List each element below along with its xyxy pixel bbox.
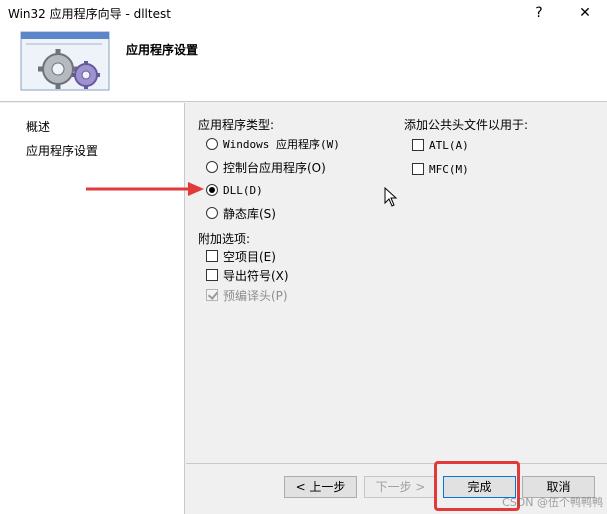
radio-label: 控制台应用程序(O) [223,160,326,175]
checkbox-label: 空项目(E) [223,249,276,264]
next-button: 下一步 > [364,476,437,498]
checkbox-label: 预编译头(P) [223,288,288,303]
radio-indicator[interactable] [206,138,218,150]
page-title: 应用程序设置 [126,43,199,57]
checkbox-indicator[interactable] [412,163,424,175]
window-title: Win32 应用程序向导 - dlltest [8,7,171,21]
gears-icon [20,31,112,94]
watermark: CSDN @伍个鸭鸭鸭 [502,496,603,509]
radio-label: Windows 应用程序(W) [223,138,340,151]
radio-indicator[interactable] [206,207,218,219]
red-arrow-icon [84,180,206,201]
checkbox-label: ATL(A) [429,138,469,152]
radio-console-app[interactable]: 控制台应用程序(O) [206,159,326,175]
checkbox-indicator[interactable] [206,250,218,262]
checkbox-label: 导出符号(X) [223,268,289,283]
button-separator [186,463,607,464]
nav-item-overview[interactable]: 概述 [26,118,50,135]
checkbox-empty-project[interactable]: 空项目(E) [206,248,276,264]
title-bar: Win32 应用程序向导 - dlltest ? ✕ [0,0,607,26]
settings-panel: 应用程序类型: Windows 应用程序(W) 控制台应用程序(O) DLL(D… [186,103,607,514]
nav-item-app-settings[interactable]: 应用程序设置 [26,142,98,159]
help-button[interactable]: ? [521,0,557,26]
checkbox-precompiled-header: 预编译头(P) [206,287,288,303]
wizard-header: 应用程序设置 [0,26,607,102]
radio-indicator[interactable] [206,184,218,196]
radio-windows-app[interactable]: Windows 应用程序(W) [206,136,340,152]
checkbox-indicator[interactable] [206,269,218,281]
checkbox-label: MFC(M) [429,162,469,176]
app-type-heading: 应用程序类型: [198,118,275,132]
checkbox-indicator [206,289,218,301]
extra-options-heading: 附加选项: [198,232,251,246]
wizard-nav: 概述 应用程序设置 [0,103,185,514]
radio-indicator[interactable] [206,161,218,173]
common-headers-heading: 添加公共头文件以用于: [404,118,529,132]
checkbox-atl[interactable]: ATL(A) [412,137,469,153]
prev-button[interactable]: < 上一步 [284,476,357,498]
radio-label: 静态库(S) [223,206,276,221]
mouse-pointer-icon [384,186,398,210]
checkbox-export-symbols[interactable]: 导出符号(X) [206,267,289,283]
radio-static-lib[interactable]: 静态库(S) [206,205,276,221]
radio-label: DLL(D) [223,183,263,197]
checkbox-mfc[interactable]: MFC(M) [412,161,469,177]
radio-dll[interactable]: DLL(D) [206,182,263,198]
close-button[interactable]: ✕ [567,0,603,26]
checkbox-indicator[interactable] [412,139,424,151]
